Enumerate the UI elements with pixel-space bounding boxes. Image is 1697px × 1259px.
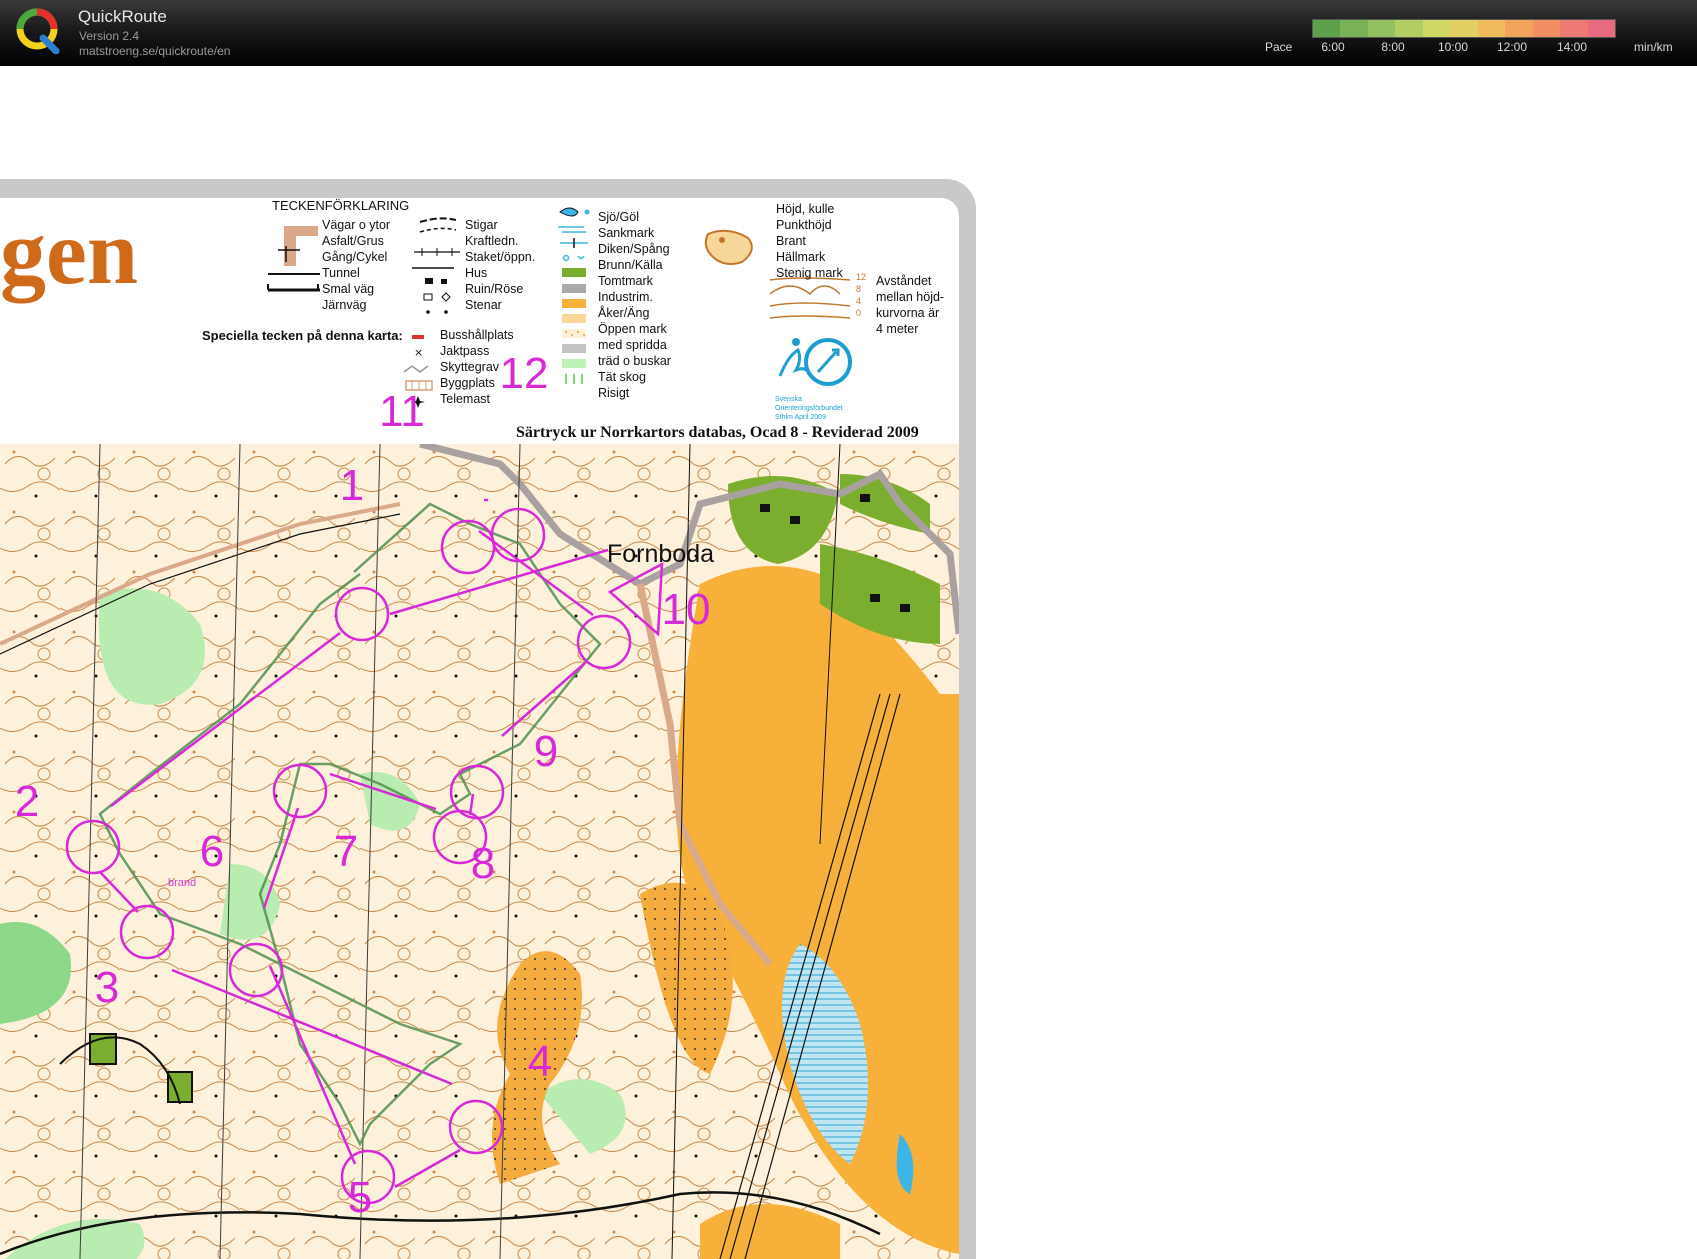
legend-item: Stenig mark bbox=[776, 266, 843, 280]
contour-note: kurvorna är bbox=[876, 306, 940, 320]
contour-note: 4 meter bbox=[876, 322, 919, 336]
control-number: 2 bbox=[14, 777, 40, 826]
contour-scale: 8 bbox=[856, 284, 862, 294]
quickroute-logo-icon bbox=[16, 8, 60, 54]
legend-item: Järnväg bbox=[322, 298, 367, 312]
legend-item: Tomtmark bbox=[598, 274, 653, 288]
legend-item: Öppen mark bbox=[598, 322, 667, 336]
pace-color-segment bbox=[1367, 20, 1396, 37]
pace-color-segment bbox=[1560, 20, 1588, 37]
pace-color-segment bbox=[1532, 20, 1561, 37]
legend-item: Telemast bbox=[440, 392, 491, 406]
legend-item: Byggplats bbox=[440, 376, 495, 390]
pace-color-segment bbox=[1422, 20, 1451, 37]
control-number: 5 bbox=[347, 1173, 373, 1222]
legend-item: Risigt bbox=[598, 386, 630, 400]
legend-item: Gång/Cykel bbox=[322, 250, 388, 264]
legend-item: Vägar o ytor bbox=[322, 218, 391, 232]
legend-item: Brunn/Källa bbox=[598, 258, 663, 272]
place-name-fornboda: Fornboda bbox=[607, 540, 715, 568]
pace-color-segment bbox=[1477, 20, 1506, 37]
pace-color-segment bbox=[1340, 20, 1368, 37]
control-number: 12 bbox=[499, 349, 549, 398]
pace-tick: 12:00 bbox=[1496, 40, 1528, 54]
legend-item: Hällmark bbox=[776, 250, 826, 264]
control-number: 6 bbox=[199, 827, 225, 876]
pace-color-segment bbox=[1395, 20, 1423, 37]
legend-item: Smal väg bbox=[322, 282, 375, 296]
orienteering-federation-logo-icon bbox=[778, 338, 852, 386]
pace-tick: 6:00 bbox=[1321, 40, 1345, 54]
legend-item: Jaktpass bbox=[440, 344, 490, 358]
legend-item: Brant bbox=[776, 234, 806, 248]
legend-item: Kraftledn. bbox=[465, 234, 519, 248]
federation-text-line: Sthlm April 2009 bbox=[775, 414, 826, 421]
control-number: 7 bbox=[333, 827, 359, 876]
legend-heading: TECKENFÖRKLARING bbox=[272, 198, 410, 213]
legend-item: Sankmark bbox=[598, 226, 655, 240]
pace-tick: 10:00 bbox=[1437, 40, 1469, 54]
contour-scale: 4 bbox=[856, 296, 862, 306]
pace-color-scale bbox=[1312, 19, 1616, 38]
legend-item: Staket/öppn. bbox=[465, 250, 536, 264]
legend-item: Busshållplats bbox=[440, 328, 514, 342]
legend-item: Ruin/Röse bbox=[465, 282, 524, 296]
federation-text: Svenska Orienteringsförbundet Sthlm Apri… bbox=[775, 395, 843, 422]
pace-color-segment bbox=[1313, 20, 1341, 37]
contour-scale: 12 bbox=[856, 272, 867, 282]
legend-item: med spridda bbox=[598, 338, 667, 352]
svg-text:×: × bbox=[414, 346, 423, 359]
legend-item: Asfalt/Grus bbox=[322, 234, 384, 248]
control-number: 8 bbox=[470, 839, 496, 888]
special-symbols-heading: Speciella tecken på denna karta: bbox=[202, 328, 403, 343]
control-number: 4 bbox=[527, 1037, 553, 1086]
legend-item: Diken/Spång bbox=[598, 242, 670, 256]
map-annotation: brand bbox=[168, 877, 197, 889]
control-number: 10 bbox=[661, 585, 711, 634]
map-canvas[interactable]: × TECKENFÖRKLARING Speciella tecken på d… bbox=[0, 66, 1697, 1259]
pace-unit: min/km bbox=[1634, 40, 1673, 54]
legend-item: Industrim. bbox=[598, 290, 653, 304]
legend-item: Stenar bbox=[465, 298, 502, 312]
pace-ticks: 6:00 8:00 10:00 12:00 14:00 bbox=[1312, 40, 1614, 54]
pace-color-segment bbox=[1587, 20, 1615, 37]
federation-text-line: Svenska bbox=[775, 396, 802, 403]
pace-color-segment bbox=[1450, 20, 1478, 37]
app-title: QuickRoute bbox=[78, 7, 167, 26]
legend-item: Sjö/Göl bbox=[598, 210, 639, 224]
legend-item: Åker/Äng bbox=[598, 306, 650, 320]
pace-tick: 14:00 bbox=[1556, 40, 1588, 54]
legend-item: Punkthöjd bbox=[776, 218, 832, 232]
legend-item: Stigar bbox=[465, 218, 498, 232]
pace-label: Pace bbox=[1265, 40, 1293, 54]
contour-scale: 0 bbox=[856, 308, 862, 318]
legend-item: Tät skog bbox=[598, 370, 646, 384]
app-version: Version 2.4 bbox=[79, 29, 140, 43]
map-source-text: Särtryck ur Norrkartors databas, Ocad 8 … bbox=[516, 424, 919, 441]
legend-item: Hus bbox=[465, 266, 488, 280]
control-number: 3 bbox=[94, 963, 120, 1012]
control-number: 11 bbox=[379, 387, 425, 436]
federation-text-line: Orienteringsförbundet bbox=[775, 405, 843, 412]
app-url[interactable]: matstroeng.se/quickroute/en bbox=[79, 44, 230, 58]
legend-item: Tunnel bbox=[322, 266, 360, 280]
pace-color-segment bbox=[1505, 20, 1533, 37]
control-number: 1 bbox=[339, 461, 365, 510]
app-header: QuickRoute Version 2.4 matstroeng.se/qui… bbox=[0, 0, 1697, 66]
pace-tick: 8:00 bbox=[1381, 40, 1405, 54]
legend-item: träd o buskar bbox=[598, 354, 671, 368]
contour-note: Avståndet bbox=[876, 274, 932, 288]
map-title-fragment: gen bbox=[0, 201, 138, 303]
legend-item: Höjd, kulle bbox=[776, 202, 835, 216]
contour-note: mellan höjd- bbox=[876, 290, 945, 304]
control-number: 9 bbox=[533, 727, 559, 776]
legend-item: Skyttegrav bbox=[440, 360, 500, 374]
